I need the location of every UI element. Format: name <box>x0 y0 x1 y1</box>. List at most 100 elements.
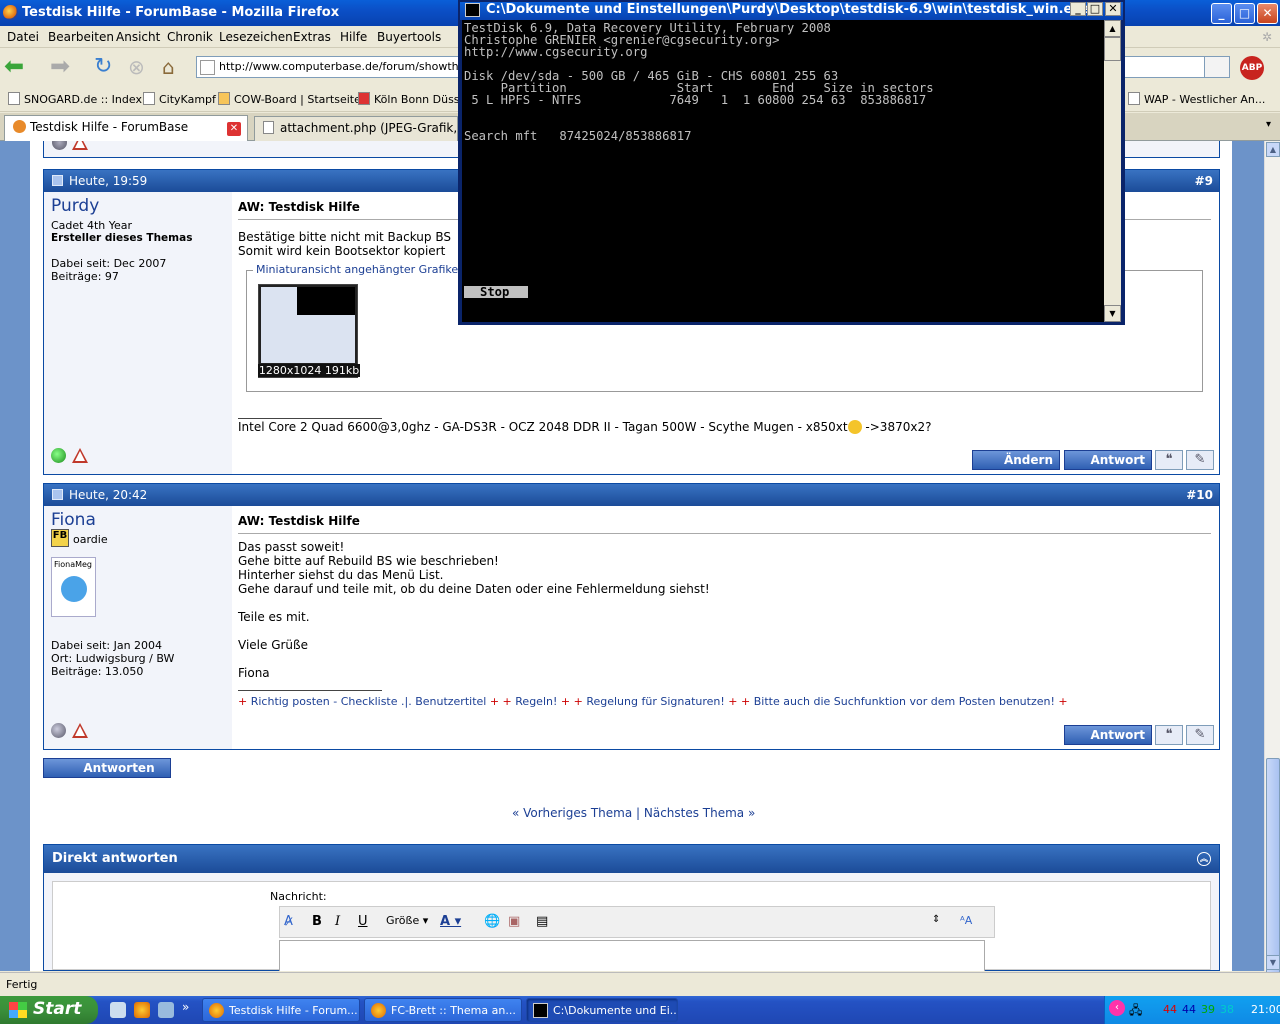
join-date: Dabei seit: Jan 2004 <box>51 639 163 652</box>
tab-attachment[interactable]: attachment.php (JPEG-Grafik, 1280x <box>254 116 458 141</box>
bold-icon[interactable]: B <box>312 914 322 929</box>
quick-edit-icon[interactable]: ✎ <box>1186 725 1214 745</box>
bookmark-item[interactable]: WAP - Westlicher An... <box>1128 92 1265 106</box>
adblock-icon[interactable]: ABP <box>1240 56 1264 80</box>
back-icon[interactable]: ⬅ <box>4 54 30 81</box>
sig-link[interactable]: Regeln! <box>515 695 557 708</box>
console-scroll-down-icon[interactable]: ▼ <box>1104 305 1121 322</box>
bookmark-item[interactable]: CityKampf <box>143 92 216 106</box>
sig-link[interactable]: Regelung für Signaturen! <box>586 695 724 708</box>
sig-link[interactable]: Richtig posten - Checkliste .|. Benutzer… <box>251 695 487 708</box>
taskbar-button-firefox[interactable]: Testdisk Hilfe - Forum... <box>202 998 360 1022</box>
network-icon[interactable]: 🖧 <box>1129 1001 1142 1022</box>
menu-bearbeiten[interactable]: Bearbeiten <box>48 30 114 44</box>
bookmark-item[interactable]: SNOGARD.de :: Index <box>8 92 142 106</box>
menu-hilfe[interactable]: Hilfe <box>340 30 367 44</box>
quicklaunch-icon[interactable] <box>158 1002 174 1018</box>
edit-label: Ändern <box>1003 453 1053 467</box>
firefox-icon <box>371 1003 386 1018</box>
image-icon[interactable]: ▣ <box>508 914 520 929</box>
menu-extras[interactable]: Extras <box>293 30 331 44</box>
report-icon[interactable] <box>72 141 88 150</box>
firefox-quicklaunch-icon[interactable] <box>134 1002 150 1018</box>
sig-link[interactable]: Bitte auch die Suchfunktion vor dem Post… <box>754 695 1055 708</box>
quote-icon[interactable]: ❝ <box>1155 450 1183 470</box>
quote-icon[interactable]: ❝ <box>1155 725 1183 745</box>
tray-expand-icon[interactable]: ‹ <box>1109 1000 1125 1016</box>
status-text: Fertig <box>6 978 38 991</box>
edit-button[interactable]: Ändern <box>972 450 1060 470</box>
post-date: Heute, 20:42 <box>52 488 147 502</box>
report-icon[interactable] <box>72 448 88 463</box>
show-desktop-icon[interactable] <box>110 1002 126 1018</box>
page-scrollbar[interactable]: ▲ ▼ <box>1264 141 1280 1018</box>
thread-navigation: « Vorheriges Thema | Nächstes Thema » <box>512 806 756 820</box>
post-number[interactable]: #9 <box>1195 174 1213 188</box>
stop-button[interactable]: Stop <box>464 286 528 298</box>
taskbar-button-fc-brett[interactable]: FC-Brett :: Thema an... <box>364 998 522 1022</box>
scroll-up-icon[interactable]: ▲ <box>1266 142 1280 157</box>
clock[interactable]: 21:00 <box>1251 1003 1280 1016</box>
reload-icon[interactable]: ↻ <box>94 55 120 81</box>
stop-icon[interactable]: ⊗ <box>128 55 154 81</box>
console-minimize-button[interactable]: _ <box>1070 2 1086 16</box>
scroll-down-icon[interactable]: ▼ <box>1266 955 1280 970</box>
bookmark-item[interactable]: COW-Board | Startseite <box>218 92 361 106</box>
text-color-icon[interactable]: A ▾ <box>440 914 461 929</box>
italic-icon[interactable]: I <box>335 914 340 929</box>
tab-testdisk-hilfe[interactable]: Testdisk Hilfe - ForumBase ✕ <box>4 115 248 142</box>
post-userinfo: Fiona FB oardie FionaMeg Dabei seit: Jan… <box>44 506 232 749</box>
console-close-button[interactable]: ✕ <box>1105 2 1121 16</box>
new-reply-button[interactable]: Antworten <box>43 758 171 778</box>
font-size-select[interactable]: Größe ▾ <box>386 914 428 927</box>
maximize-button[interactable]: □ <box>1234 3 1255 24</box>
quicklaunch-overflow-icon[interactable]: » <box>182 1000 189 1014</box>
minimize-button[interactable]: _ <box>1211 3 1232 24</box>
next-thread-link[interactable]: Nächstes Thema <box>644 806 744 820</box>
console-scrollbar[interactable]: ▲ ▼ <box>1104 20 1121 322</box>
remove-format-icon[interactable]: A̷ <box>284 914 293 929</box>
taskbar-button-label: C:\Dokumente und Ei... <box>553 1004 678 1017</box>
font-size-label: Größe <box>386 914 420 927</box>
console-scroll-thumb[interactable] <box>1104 37 1121 61</box>
menu-buyertools[interactable]: Buyertools <box>377 30 441 44</box>
search-icon[interactable] <box>1204 56 1230 78</box>
start-button[interactable]: Start <box>0 996 98 1024</box>
console-scroll-up-icon[interactable]: ▲ <box>1104 20 1121 37</box>
quote-insert-icon[interactable]: ▤ <box>536 914 548 929</box>
tab-list-icon[interactable]: ▾ <box>1266 119 1271 130</box>
forward-icon[interactable]: ➡ <box>50 54 76 81</box>
reply-button[interactable]: Antwort <box>1064 450 1152 470</box>
collapse-icon[interactable]: ︽ <box>1197 852 1211 866</box>
menu-datei[interactable]: Datei <box>7 30 39 44</box>
home-icon[interactable]: ⌂ <box>162 55 188 81</box>
username[interactable]: Purdy <box>51 196 99 216</box>
avatar[interactable]: FionaMeg <box>51 557 96 617</box>
resize-icon[interactable]: ⇕ <box>932 914 940 925</box>
online-status-icon <box>51 448 66 463</box>
underline-icon[interactable]: U <box>358 914 368 929</box>
menu-ansicht[interactable]: Ansicht <box>116 30 160 44</box>
menu-lesezeichen[interactable]: Lesezeichen <box>219 30 293 44</box>
post-number[interactable]: #10 <box>1186 488 1213 502</box>
message-textarea[interactable] <box>279 940 985 971</box>
quick-edit-icon[interactable]: ✎ <box>1186 450 1214 470</box>
username[interactable]: Fiona <box>51 510 96 530</box>
post-header: Heute, 20:42 #10 <box>44 484 1219 506</box>
previous-thread-link[interactable]: Vorheriges Thema <box>523 806 632 820</box>
console-titlebar[interactable]: C:\Dokumente und Einstellungen\Purdy\Des… <box>460 2 1123 20</box>
bookmark-item[interactable]: Köln Bonn Düsse <box>358 92 466 106</box>
menu-chronik[interactable]: Chronik <box>167 30 213 44</box>
link-icon[interactable]: 🌐 <box>484 914 500 929</box>
switch-mode-icon[interactable]: ᴬA <box>960 914 972 927</box>
start-label: Start <box>33 999 82 1019</box>
console-maximize-button[interactable]: □ <box>1087 2 1103 16</box>
taskbar-button-console[interactable]: C:\Dokumente und Ei... <box>526 998 678 1022</box>
close-tab-icon[interactable]: ✕ <box>227 122 241 136</box>
post-10: Heute, 20:42 #10 Fiona FB oardie FionaMe… <box>43 483 1220 750</box>
reply-button[interactable]: Antwort <box>1064 725 1152 745</box>
report-icon[interactable] <box>72 723 88 738</box>
post-count: Beiträge: 13.050 <box>51 665 144 678</box>
close-button[interactable]: ✕ <box>1257 3 1278 24</box>
url-text: http://www.computerbase.de/forum/showthr… <box>219 60 459 73</box>
